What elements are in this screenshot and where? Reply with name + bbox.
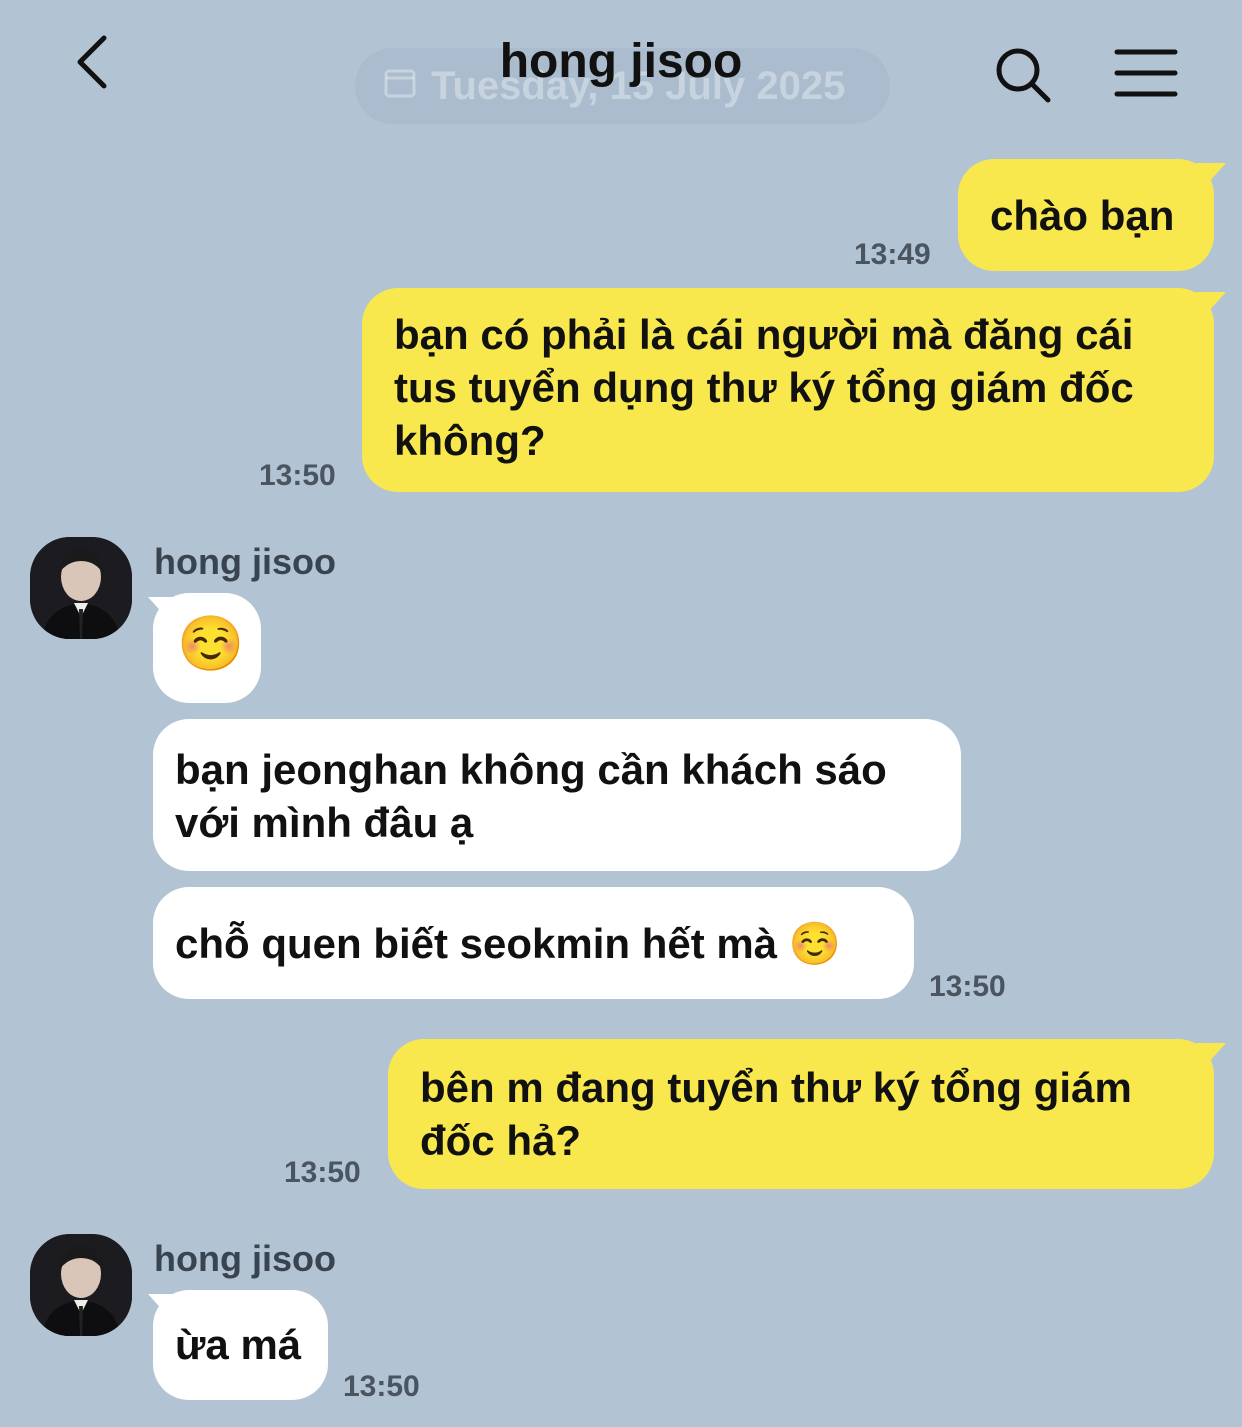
their-message-bubble[interactable]: chỗ quen biết seokmin hết mà ☺️ xyxy=(153,887,914,999)
message-text: bạn jeonghan không cần khách sáo với mìn… xyxy=(175,746,887,846)
top-bar: Tuesday, 15 July 2025 hong jisoo xyxy=(0,0,1242,130)
message-time: 13:50 xyxy=(284,1156,361,1189)
my-message-bubble[interactable]: bạn có phải là cái người mà đăng cái tus… xyxy=(362,288,1214,492)
their-message-bubble[interactable]: bạn jeonghan không cần khách sáo với mìn… xyxy=(153,719,961,871)
message-text: chỗ quen biết seokmin hết mà ☺️ xyxy=(175,920,842,967)
message-time: 13:50 xyxy=(929,970,1006,1003)
message-time: 13:50 xyxy=(259,459,336,492)
sender-name: hong jisoo xyxy=(154,1238,336,1279)
menu-button[interactable] xyxy=(1114,48,1178,98)
avatar[interactable] xyxy=(30,537,132,639)
message-text: bên m đang tuyển thư ký tổng giám đốc hả… xyxy=(420,1064,1132,1164)
message-time: 13:50 xyxy=(343,1370,420,1403)
search-icon xyxy=(996,48,1051,103)
message-text: bạn có phải là cái người mà đăng cái tus… xyxy=(394,311,1134,464)
message-text: chào bạn xyxy=(990,192,1175,239)
my-message-bubble[interactable]: chào bạn xyxy=(958,159,1214,271)
sender-name: hong jisoo xyxy=(154,541,336,582)
chat-title: hong jisoo xyxy=(499,35,743,88)
avatar[interactable] xyxy=(30,1234,132,1336)
message-text: ☺️ xyxy=(177,612,245,675)
hamburger-menu-icon xyxy=(1114,49,1178,97)
search-button[interactable] xyxy=(992,44,1054,106)
message-text: ừa má xyxy=(175,1321,302,1368)
their-message-bubble[interactable]: ừa má xyxy=(153,1290,328,1400)
their-message-bubble[interactable]: ☺️ xyxy=(153,593,261,703)
message-time: 13:49 xyxy=(854,238,931,271)
my-message-bubble[interactable]: bên m đang tuyển thư ký tổng giám đốc hả… xyxy=(388,1039,1214,1189)
